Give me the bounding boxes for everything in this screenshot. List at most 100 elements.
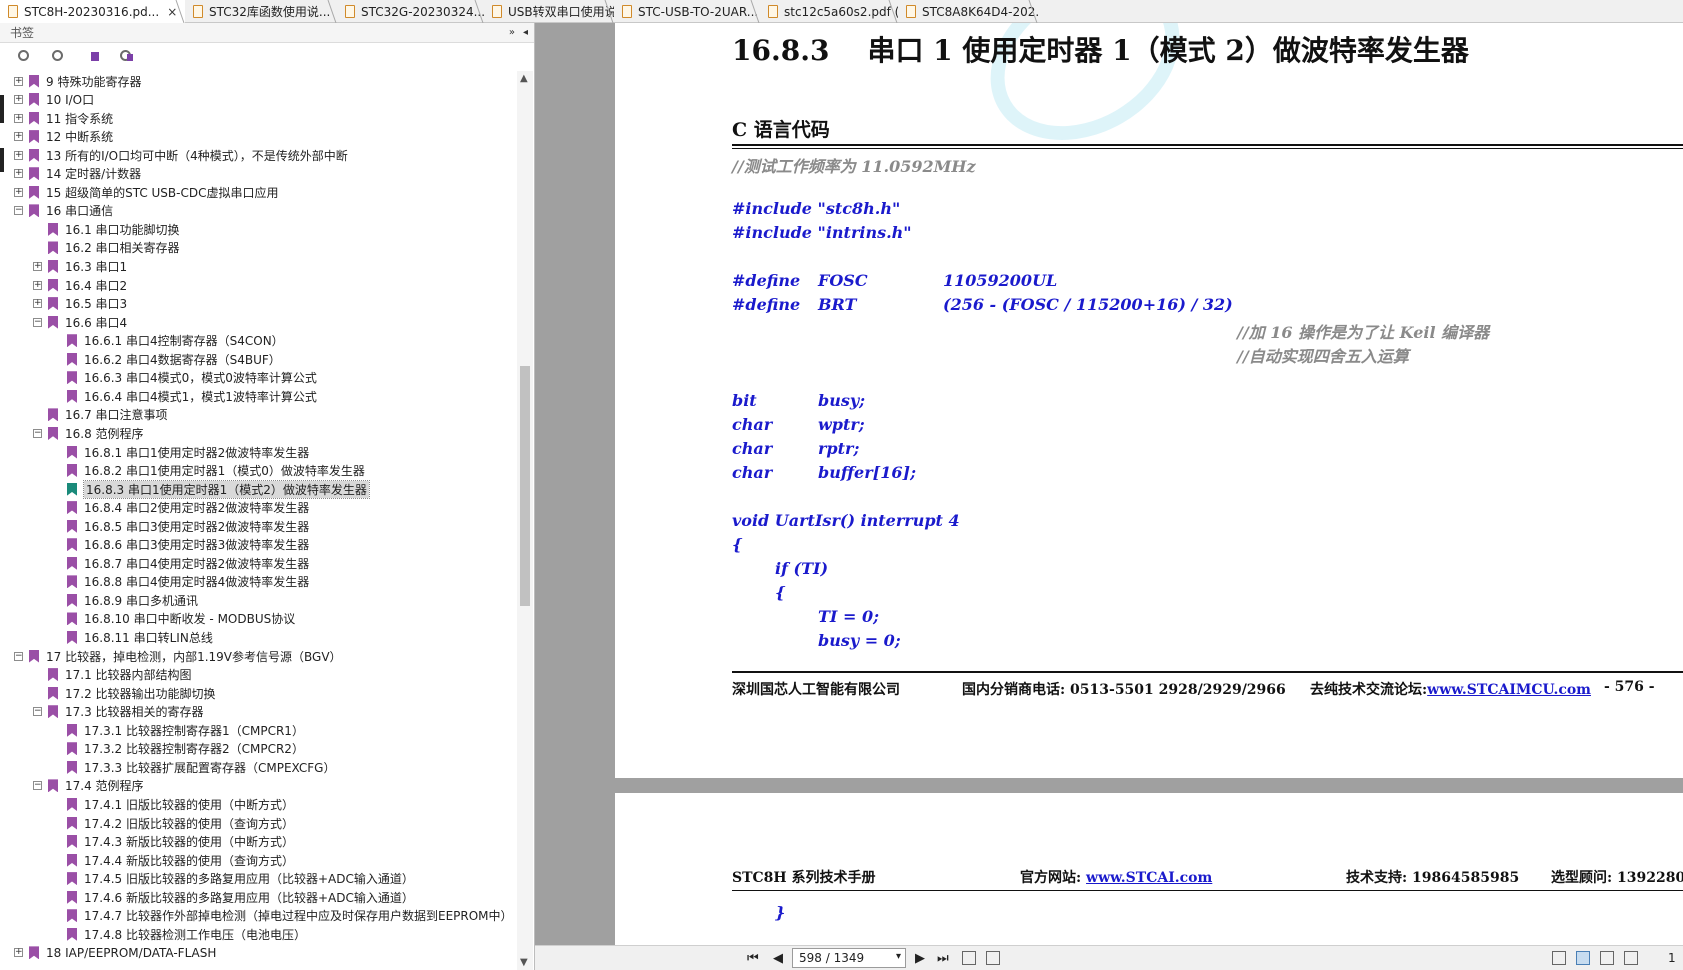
bookmark-item[interactable]: 17.3.3 比较器扩展配置寄存器（CMPEXCFG） [52,758,335,776]
collapse-icon[interactable]: − [33,317,42,327]
page-number: - 576 - [1604,679,1655,695]
back-view-icon[interactable] [962,951,976,965]
bookmark-item[interactable]: 16.8.5 串口3使用定时器2做波特率发生器 [52,517,309,535]
expand-icon[interactable]: + [14,948,23,958]
close-panel-button[interactable]: ◂ [523,27,528,38]
document-tab[interactable]: USB转双串口使用说... [484,0,614,23]
document-tab[interactable]: stc12c5a60s2.pdf (... [760,0,898,23]
bookmark-item[interactable]: 16.7 串口注意事项 [33,406,168,424]
bookmark-item[interactable]: 16.8.2 串口1使用定时器1（模式0）做波特率发生器 [52,462,365,480]
expand-bookmark-icon[interactable] [16,48,34,66]
document-tab[interactable]: STC32库函数使用说... [185,0,337,23]
bookmark-item[interactable]: +11 指令系统 [14,109,113,127]
collapse-icon[interactable]: − [33,707,42,717]
bookmark-label: 16.6 串口4 [65,315,128,330]
document-tab[interactable]: STC32G-20230324... [337,0,484,23]
add-bookmark-icon[interactable] [84,48,102,66]
collapse-bookmark-icon[interactable] [50,48,68,66]
bookmark-item[interactable]: 16.1 串口功能脚切换 [33,220,180,238]
expand-icon[interactable]: + [14,95,23,105]
bookmark-item[interactable]: 16.8.8 串口4使用定时器4做波特率发生器 [52,573,309,591]
bookmark-item[interactable]: 17.3.1 比较器控制寄存器1（CMPCR1） [52,721,304,739]
collapse-icon[interactable]: − [33,428,42,438]
bookmark-item[interactable]: 17.4.4 新版比较器的使用（查询方式） [52,851,294,869]
bookmark-item[interactable]: +16.3 串口1 [33,258,127,276]
bookmark-item[interactable]: − 16 串口通信 [14,202,113,220]
bookmark-item[interactable]: − 17.3 比较器相关的寄存器 [33,703,204,721]
expand-icon[interactable]: + [14,113,23,123]
collapse-icon[interactable]: − [14,206,23,216]
bookmark-item[interactable]: +18 IAP/EEPROM/DATA-FLASH [14,944,216,962]
bookmark-item[interactable]: +15 超级简单的STC USB-CDC虚拟串口应用 [14,183,278,201]
bookmark-item[interactable]: 16.6.4 串口4模式1，模式1波特率计算公式 [52,387,317,405]
bookmark-item[interactable]: 16.8.4 串口2使用定时器2做波特率发生器 [52,499,309,517]
bookmark-item[interactable]: 17.2 比较器输出功能脚切换 [33,684,216,702]
bookmark-item[interactable]: − 17 比较器，掉电检测，内部1.19V参考信号源（BGV） [14,647,342,665]
collapse-icon[interactable]: − [33,781,42,791]
bookmark-item[interactable]: 16.8.9 串口多机通讯 [52,591,198,609]
document-tab[interactable]: STC8H-20230316.pd... × [0,0,185,23]
next-page-button[interactable]: ▶ [915,951,925,966]
bookmark-item[interactable]: 17.4.6 新版比较器的多路复用应用（比较器+ADC输入通道） [52,888,414,906]
official-site-link[interactable]: www.STCAI.com [1086,870,1212,886]
bookmark-item[interactable]: +10 I/O口 [14,91,94,109]
document-tab[interactable]: STC-USB-TO-2UAR... [614,0,760,23]
expand-icon[interactable]: + [33,299,42,309]
continuous-facing-icon[interactable] [1624,951,1638,965]
bookmark-item[interactable]: +16.5 串口3 [33,295,127,313]
collapse-panel-button[interactable]: » [509,27,515,38]
bookmark-icon [67,371,77,385]
page-number-input[interactable]: 598 / 1349 ▾ [792,948,906,968]
last-page-button[interactable]: ⏭ [937,951,949,966]
find-bookmark-icon[interactable] [118,48,136,66]
bookmark-item[interactable]: +13 所有的I/O口均可中断（4种模式），不是传统外部中断 [14,146,348,164]
bookmark-item[interactable]: − 16.8 范例程序 [33,424,144,442]
bookmark-item[interactable]: 17.1 比较器内部结构图 [33,666,192,684]
document-tab[interactable]: STC8A8K64D4-202... [898,0,1038,23]
bookmark-item[interactable]: 16.8.1 串口1使用定时器2做波特率发生器 [52,443,309,461]
bookmark-item[interactable]: − 17.4 范例程序 [33,777,144,795]
panel-splitter[interactable] [535,23,615,945]
scroll-down-arrow-icon[interactable]: ▼ [520,957,528,968]
first-page-button[interactable]: ⏮ [747,951,759,966]
bookmark-item[interactable]: +14 定时器/计数器 [14,165,141,183]
expand-icon[interactable]: + [14,169,23,179]
bookmark-item[interactable]: 16.6.1 串口4控制寄存器（S4CON） [52,332,284,350]
bookmark-item[interactable]: 16.6.2 串口4数据寄存器（S4BUF） [52,350,281,368]
bookmark-item[interactable]: 17.4.8 比较器检测工作电压（电池电压） [52,925,306,943]
facing-page-icon[interactable] [1600,951,1614,965]
continuous-page-icon[interactable] [1576,951,1590,965]
bookmark-item[interactable]: 17.4.2 旧版比较器的使用（查询方式） [52,814,294,832]
scrollbar-thumb[interactable] [520,366,530,606]
bookmark-item[interactable]: +9 特殊功能寄存器 [14,72,141,90]
bookmark-item[interactable]: +12 中断系统 [14,128,113,146]
bookmark-item[interactable]: 17.4.5 旧版比较器的多路复用应用（比较器+ADC输入通道） [52,870,414,888]
bookmark-item[interactable]: − 16.6 串口4 [33,313,127,331]
expand-icon[interactable]: + [33,262,42,271]
bookmark-scrollbar[interactable]: ▲ ▼ [517,71,533,970]
bookmark-item[interactable]: 16.2 串口相关寄存器 [33,239,180,257]
bookmark-item[interactable]: 16.8.11 串口转LIN总线 [52,629,213,647]
bookmark-item[interactable]: +16.4 串口2 [33,276,127,294]
chevron-down-icon[interactable]: ▾ [896,951,901,962]
bookmark-item[interactable]: 16.6.3 串口4模式0，模式0波特率计算公式 [52,369,317,387]
bookmark-item[interactable]: 16.8.6 串口3使用定时器3做波特率发生器 [52,536,309,554]
expand-icon[interactable]: + [14,150,23,160]
expand-icon[interactable]: + [14,76,23,86]
expand-icon[interactable]: + [14,187,23,197]
bookmark-item[interactable]: 17.4.7 比较器作外部掉电检测（掉电过程中应及时保存用户数据到EEPROM中… [52,907,513,925]
bookmark-item[interactable]: 16.8.7 串口4使用定时器2做波特率发生器 [52,554,309,572]
prev-page-button[interactable]: ◀ [773,951,783,966]
bookmark-item[interactable]: 16.8.3 串口1使用定时器1（模式2）做波特率发生器 [52,479,370,499]
expand-icon[interactable]: + [33,280,42,290]
bookmark-item[interactable]: 17.4.1 旧版比较器的使用（中断方式） [52,795,294,813]
forum-link[interactable]: www.STCAIMCU.com [1427,682,1591,698]
bookmark-item[interactable]: 17.4.3 新版比较器的使用（中断方式） [52,833,294,851]
scroll-up-arrow-icon[interactable]: ▲ [520,73,528,84]
collapse-icon[interactable]: − [14,651,23,661]
bookmark-item[interactable]: 17.3.2 比较器控制寄存器2（CMPCR2） [52,740,304,758]
forward-view-icon[interactable] [986,951,1000,965]
bookmark-item[interactable]: 16.8.10 串口中断收发 - MODBUS协议 [52,610,295,628]
single-page-icon[interactable] [1552,951,1566,965]
expand-icon[interactable]: + [14,132,23,142]
